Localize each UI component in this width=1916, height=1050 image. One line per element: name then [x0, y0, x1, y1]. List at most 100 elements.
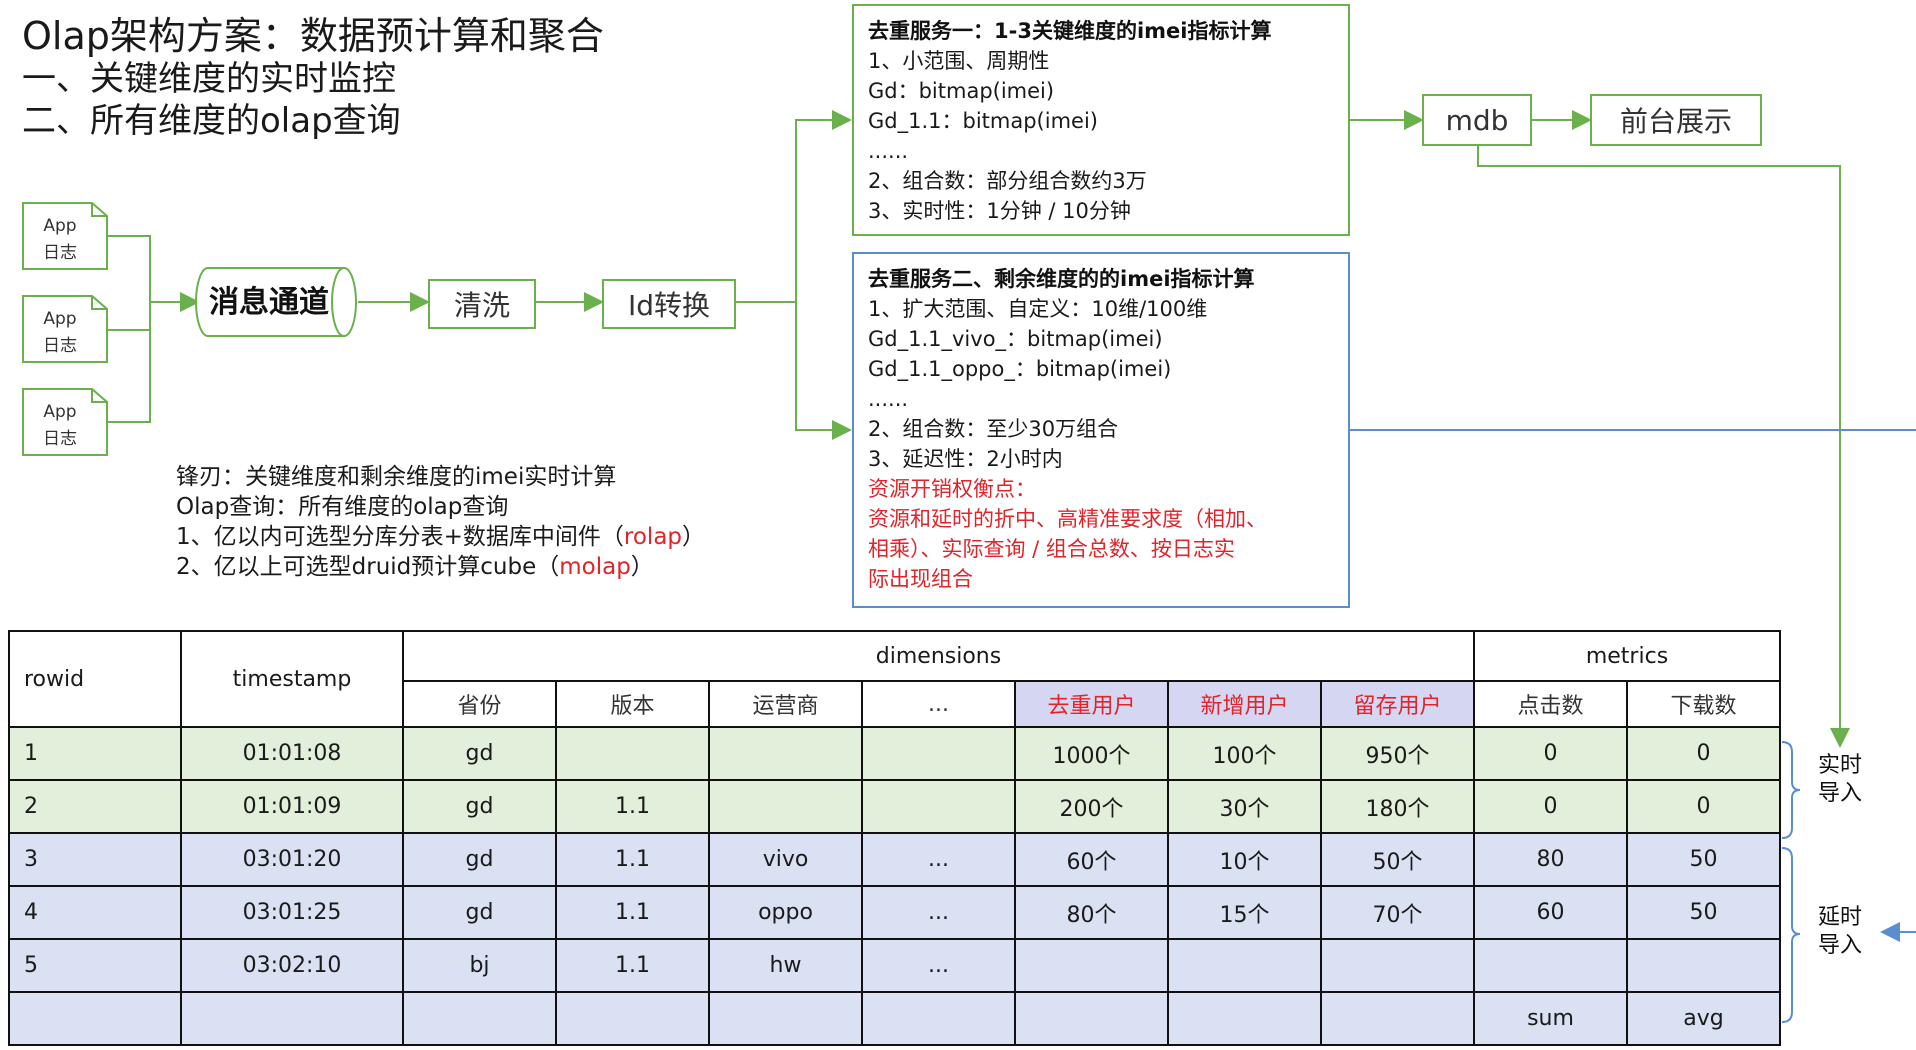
table-cell: hw	[708, 938, 863, 993]
col-header: 去重用户	[1014, 680, 1169, 728]
table-cell: gd	[402, 779, 557, 834]
table-cell: gd	[402, 726, 557, 781]
table-cell: 2	[8, 779, 182, 834]
table-cell	[1014, 938, 1169, 993]
table-cell: 50个	[1320, 832, 1475, 887]
molap-label: molap	[559, 554, 631, 580]
table-cell	[1473, 938, 1628, 993]
table-cell: 50	[1626, 832, 1781, 887]
table-cell: oppo	[708, 885, 863, 940]
service2-tradeoff-line: 资源开销权衡点：	[868, 477, 1036, 501]
table-row: 1 01:01:08 gd 1000个 100个 950个 0 0	[8, 726, 1781, 781]
group-header-dimensions: dimensions	[402, 630, 1475, 682]
table-row: sum avg	[8, 991, 1781, 1046]
note-text: 1、亿以内可选型分库分表+数据库中间件（	[176, 524, 624, 550]
service2-tradeoff-line: 际出现组合	[868, 567, 973, 591]
table-cell	[1167, 938, 1322, 993]
table-cell	[861, 779, 1016, 834]
table-cell: 1.1	[555, 938, 710, 993]
page-title: Olap架构方案：数据预计算和聚合	[22, 14, 604, 58]
app-log-sublabel: 日志	[43, 243, 77, 263]
note-text: 2、亿以上可选型druid预计算cube（	[176, 554, 560, 580]
table-header-row: rowid timestamp dimensions metrics	[8, 630, 1781, 728]
realtime-label-line: 导入	[1817, 781, 1862, 806]
clean-box: 清洗	[428, 279, 536, 329]
table-cell	[861, 726, 1016, 781]
table-cell	[555, 991, 710, 1046]
note-line: 2、亿以上可选型druid预计算cube（molap）	[176, 552, 705, 582]
service2-tradeoff-line: 相乘）、实际查询 / 组合总数、按日志实	[868, 537, 1235, 561]
app-log-source-3: App 日志	[22, 388, 108, 456]
service1-line: 1、小范围、周期性	[868, 49, 1050, 73]
table-cell: 1.1	[555, 779, 710, 834]
title-line-2: 二、所有维度的olap查询	[22, 101, 401, 141]
table-cell: 03:01:25	[180, 885, 404, 940]
table-cell: sum	[1473, 991, 1628, 1046]
app-log-sublabel: 日志	[43, 429, 77, 449]
realtime-import-label: 实时 导入	[1810, 752, 1870, 808]
table-row: 3 03:01:20 gd 1.1 vivo ... 60个 10个 50个 8…	[8, 832, 1781, 887]
col-header: 下载数	[1626, 680, 1781, 728]
table-cell: 80个	[1014, 885, 1169, 940]
table-cell	[708, 779, 863, 834]
mdb-box: mdb	[1422, 94, 1532, 146]
message-channel-label: 消息通道	[209, 285, 329, 320]
note-text: ）	[682, 524, 706, 550]
table-cell	[555, 726, 710, 781]
app-log-source-1: App 日志	[22, 202, 108, 270]
table-cell: ...	[861, 832, 1016, 887]
table-cell: 4	[8, 885, 182, 940]
col-header: 运营商	[708, 680, 863, 728]
table-row: 2 01:01:09 gd 1.1 200个 30个 180个 0 0	[8, 779, 1781, 834]
col-header-timestamp: timestamp	[180, 630, 404, 728]
table-cell	[708, 726, 863, 781]
table-cell: 60	[1473, 885, 1628, 940]
service2-line: 1、扩大范围、自定义：10维/100维	[868, 297, 1208, 321]
table-cell: 03:02:10	[180, 938, 404, 993]
table-cell: 03:01:20	[180, 832, 404, 887]
table-cell: ...	[861, 885, 1016, 940]
app-log-label: App	[43, 402, 77, 422]
app-log-sublabel: 日志	[43, 336, 77, 356]
col-header: 版本	[555, 680, 710, 728]
table-cell: vivo	[708, 832, 863, 887]
table-cell	[402, 991, 557, 1046]
table-cell: ...	[861, 938, 1016, 993]
table-cell: 0	[1626, 779, 1781, 834]
delayed-import-label: 延时 导入	[1810, 904, 1870, 960]
col-header: 留存用户	[1320, 680, 1475, 728]
table-cell	[861, 991, 1016, 1046]
service2-line: ......	[868, 387, 909, 411]
table-row: 5 03:02:10 bj 1.1 hw ...	[8, 938, 1781, 993]
table-cell	[1167, 991, 1322, 1046]
table-cell	[1320, 938, 1475, 993]
service1-title: 去重服务一：1-3关键维度的imei指标计算	[868, 19, 1272, 43]
table-cell: 80	[1473, 832, 1628, 887]
dedup-service-1: 去重服务一：1-3关键维度的imei指标计算 1、小范围、周期性 Gd：bitm…	[852, 4, 1350, 236]
table-cell	[1320, 991, 1475, 1046]
table-cell: 180个	[1320, 779, 1475, 834]
table-cell: 01:01:09	[180, 779, 404, 834]
group-header-metrics: metrics	[1473, 630, 1781, 682]
table-cell: 1000个	[1014, 726, 1169, 781]
col-header: 省份	[402, 680, 557, 728]
title-block: Olap架构方案：数据预计算和聚合 一、关键维度的实时监控 二、所有维度的ola…	[22, 14, 604, 142]
table-cell: avg	[1626, 991, 1781, 1046]
service2-tradeoff-line: 资源和延时的折中、高精准要求度（相加、	[868, 507, 1267, 531]
title-line-1: 一、关键维度的实时监控	[22, 59, 396, 99]
table-cell: gd	[402, 832, 557, 887]
service2-line: Gd_1.1_vivo_：bitmap(imei)	[868, 327, 1163, 351]
id-convert-box: Id转换	[602, 279, 736, 329]
service1-line: Gd_1.1：bitmap(imei)	[868, 109, 1098, 133]
service2-line: 3、延迟性：2小时内	[868, 447, 1063, 471]
note-line: 锋刃：关键维度和剩余维度的imei实时计算	[176, 464, 617, 490]
table-cell	[8, 991, 182, 1046]
table-cell: 100个	[1167, 726, 1322, 781]
app-log-source-2: App 日志	[22, 295, 108, 363]
col-header-rowid: rowid	[8, 630, 182, 728]
table-row: 4 03:01:25 gd 1.1 oppo ... 80个 15个 70个 6…	[8, 885, 1781, 940]
dedup-service-2: 去重服务二、剩余维度的的imei指标计算 1、扩大范围、自定义：10维/100维…	[852, 252, 1350, 608]
service1-line: 3、实时性：1分钟 / 10分钟	[868, 199, 1131, 223]
table-cell	[1014, 991, 1169, 1046]
note-line: 1、亿以内可选型分库分表+数据库中间件（rolap）	[176, 522, 705, 552]
